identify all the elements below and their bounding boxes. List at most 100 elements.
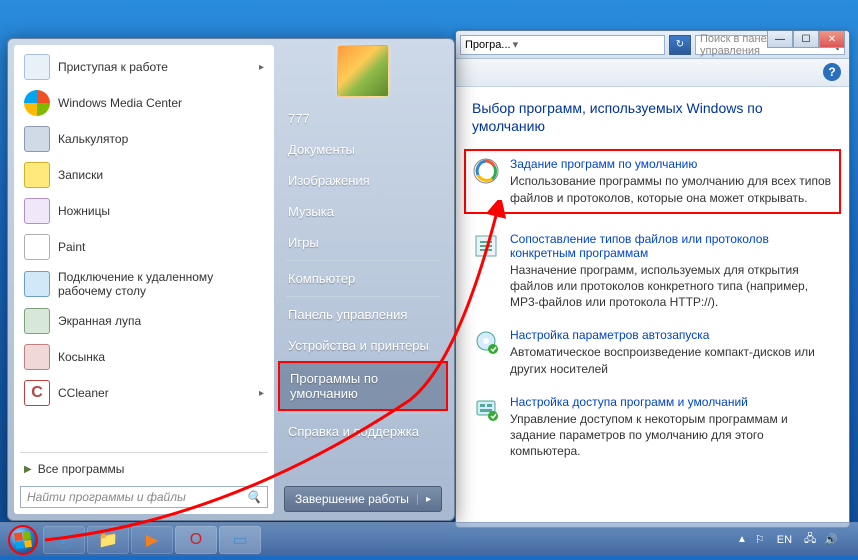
triangle-icon: ▶ xyxy=(24,464,32,475)
search-icon: 🔍 xyxy=(246,490,261,504)
start-right-item[interactable]: Устройства и принтеры xyxy=(278,330,448,361)
start-right-panel: 777 ДокументыИзображенияМузыкаИгры Компью… xyxy=(274,39,454,520)
start-search-placeholder: Найти программы и файлы xyxy=(27,490,186,504)
shutdown-label: Завершение работы xyxy=(295,492,409,506)
cp-desc: Использование программы по умолчанию для… xyxy=(510,173,833,205)
start-program-item[interactable]: Записки xyxy=(18,157,270,193)
page-title: Выбор программ, используемых Windows по … xyxy=(472,99,833,135)
desktop: Програ... ▾ ↻ Поиск в панели управления … xyxy=(0,0,858,556)
taskbar-ie-icon[interactable]: ⓔ xyxy=(43,526,85,554)
separator xyxy=(286,260,440,261)
start-right-item[interactable]: Панель управления xyxy=(278,299,448,330)
windows-logo-icon xyxy=(14,530,32,548)
taskbar: ⓔ 📁 ▶ O ▭ ▲ ⚐ EN 🖧 🔊 xyxy=(0,522,858,556)
program-label: Калькулятор xyxy=(58,132,128,146)
start-button[interactable] xyxy=(4,525,42,555)
tray-flag-icon[interactable]: ⚐ xyxy=(755,533,765,546)
start-right-item[interactable]: Компьютер xyxy=(278,263,448,294)
separator xyxy=(286,413,440,414)
titlebar: Програ... ▾ ↻ Поиск в панели управления … xyxy=(456,31,849,59)
minimize-button[interactable]: — xyxy=(767,30,793,48)
start-menu: Приступая к работе Windows Media Center Ка… xyxy=(7,38,455,521)
user-name[interactable]: 777 xyxy=(278,103,448,134)
cp-item-associate[interactable]: Сопоставление типов файлов или протоколо… xyxy=(472,232,833,311)
toolbar: ? xyxy=(456,59,849,87)
start-program-item[interactable]: Приступая к работе xyxy=(18,49,270,85)
win-icon xyxy=(24,90,50,116)
start-program-item[interactable]: Paint xyxy=(18,229,270,265)
program-label: Ножницы xyxy=(58,204,110,218)
cp-desc: Назначение программ, используемых для от… xyxy=(510,262,833,311)
program-label: CCleaner xyxy=(58,386,109,400)
program-label: Записки xyxy=(58,168,103,182)
taskbar-opera-icon[interactable]: O xyxy=(175,526,217,554)
autoplay-icon xyxy=(472,328,500,356)
cp-item-autoplay[interactable]: Настройка параметров автозапуска Автомат… xyxy=(472,328,833,376)
separator xyxy=(286,296,440,297)
cp-item-access[interactable]: Настройка доступа программ и умолчаний У… xyxy=(472,395,833,460)
control-panel-window: Програ... ▾ ↻ Поиск в панели управления … xyxy=(455,30,850,528)
mag-icon xyxy=(24,308,50,334)
associate-icon xyxy=(472,232,500,260)
start-right-item[interactable]: Программы по умолчанию xyxy=(278,361,448,411)
program-label: Подключение к удаленному рабочему столу xyxy=(58,270,264,298)
program-label: Paint xyxy=(58,240,85,254)
breadcrumb-arrow-icon: ▾ xyxy=(513,38,519,51)
pinned-programs: Приступая к работе Windows Media Center Ка… xyxy=(14,45,274,449)
program-label: Косынка xyxy=(58,350,105,364)
cc-icon: C xyxy=(24,380,50,406)
paint-icon xyxy=(24,234,50,260)
separator xyxy=(20,452,268,453)
tray-volume-icon[interactable]: 🔊 xyxy=(824,533,838,546)
help-icon[interactable]: ? xyxy=(823,63,841,81)
program-label: Экранная лупа xyxy=(58,314,141,328)
start-program-item[interactable]: Калькулятор xyxy=(18,121,270,157)
close-button[interactable]: ✕ xyxy=(819,30,845,48)
breadcrumb-text: Програ... xyxy=(465,39,511,51)
taskbar-explorer-icon[interactable]: 📁 xyxy=(87,526,129,554)
breadcrumb[interactable]: Програ... ▾ xyxy=(460,35,665,55)
program-label: Приступая к работе xyxy=(58,60,168,74)
all-programs-button[interactable]: ▶ Все программы xyxy=(14,456,274,482)
cp-desc: Автоматическое воспроизведение компакт-д… xyxy=(510,344,833,376)
cp-link[interactable]: Настройка параметров автозапуска xyxy=(510,328,833,342)
start-right-item[interactable]: Изображения xyxy=(278,165,448,196)
start-right-item[interactable]: Справка и поддержка xyxy=(278,416,448,447)
program-label: Windows Media Center xyxy=(58,96,182,110)
start-program-item[interactable]: Косынка xyxy=(18,339,270,375)
language-indicator[interactable]: EN xyxy=(773,534,796,546)
cp-link[interactable]: Сопоставление типов файлов или протоколо… xyxy=(510,232,833,260)
all-programs-label: Все программы xyxy=(38,462,125,476)
tray-network-icon[interactable]: 🖧 xyxy=(804,530,816,549)
taskbar-window-icon[interactable]: ▭ xyxy=(219,526,261,554)
access-icon xyxy=(472,395,500,423)
start-program-item[interactable]: Экранная лупа xyxy=(18,303,270,339)
system-tray: ▲ ⚐ EN 🖧 🔊 xyxy=(729,530,854,549)
start-search-input[interactable]: Найти программы и файлы 🔍 xyxy=(20,486,268,508)
tray-expand-icon[interactable]: ▲ xyxy=(737,534,747,545)
cp-item-set-defaults[interactable]: Задание программ по умолчанию Использова… xyxy=(464,149,841,213)
cp-desc: Управление доступом к некоторым программ… xyxy=(510,411,833,460)
refresh-button[interactable]: ↻ xyxy=(669,35,691,55)
start-program-item[interactable]: Подключение к удаленному рабочему столу xyxy=(18,265,270,303)
cp-link[interactable]: Настройка доступа программ и умолчаний xyxy=(510,395,833,409)
snip-icon xyxy=(24,198,50,224)
sticky-icon xyxy=(24,162,50,188)
control-panel-body: Выбор программ, используемых Windows по … xyxy=(456,87,849,489)
maximize-button[interactable]: ☐ xyxy=(793,30,819,48)
shutdown-button[interactable]: Завершение работы ▸ xyxy=(284,486,442,512)
cards-icon xyxy=(24,344,50,370)
start-program-item[interactable]: C CCleaner xyxy=(18,375,270,411)
cp-link[interactable]: Задание программ по умолчанию xyxy=(510,157,833,171)
start-program-item[interactable]: Ножницы xyxy=(18,193,270,229)
calc-icon xyxy=(24,126,50,152)
defaults-icon xyxy=(472,157,500,185)
start-left-panel: Приступая к работе Windows Media Center Ка… xyxy=(14,45,274,514)
taskbar-wmp-icon[interactable]: ▶ xyxy=(131,526,173,554)
start-right-item[interactable]: Музыка xyxy=(278,196,448,227)
shutdown-options-arrow-icon[interactable]: ▸ xyxy=(417,494,431,505)
user-avatar[interactable] xyxy=(337,45,389,97)
start-program-item[interactable]: Windows Media Center xyxy=(18,85,270,121)
start-right-item[interactable]: Игры xyxy=(278,227,448,258)
start-right-item[interactable]: Документы xyxy=(278,134,448,165)
